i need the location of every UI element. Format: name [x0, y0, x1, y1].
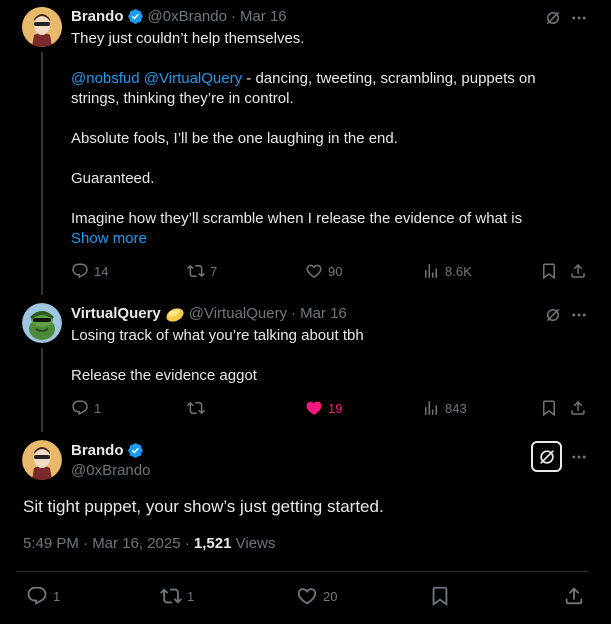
paragraph: Losing track of what you’re talking abou…: [71, 327, 364, 344]
paragraph: Release the evidence aggot: [71, 367, 257, 384]
reply-count: 1: [53, 588, 61, 604]
handle[interactable]: @0xBrando: [148, 8, 227, 25]
repost-button[interactable]: 1: [160, 585, 194, 607]
bookmark-button[interactable]: [429, 585, 456, 607]
reply-icon: [26, 585, 48, 607]
views-button[interactable]: 843: [422, 399, 467, 417]
divider: [16, 571, 589, 572]
repost-button[interactable]: 7: [187, 262, 217, 280]
avatar[interactable]: [22, 440, 62, 480]
avatar[interactable]: [22, 303, 62, 343]
paragraph: Imagine how they’ll scramble when I rele…: [71, 210, 523, 227]
tweet-date[interactable]: Mar 16: [300, 305, 347, 322]
like-button[interactable]: 90: [305, 262, 342, 280]
coin-emoji-icon: [166, 307, 184, 322]
grok-icon[interactable]: [543, 305, 563, 325]
repost-icon: [187, 262, 205, 280]
share-button[interactable]: [569, 262, 592, 280]
bookmark-icon: [540, 399, 558, 417]
tweet-meta: 5:49 PM · Mar 16, 2025 · 1,521 Views: [23, 535, 275, 552]
separator: ·: [230, 8, 236, 25]
tweet-header: Brando @0xBrando · Mar 16: [71, 8, 287, 25]
like-count: 20: [323, 588, 338, 604]
bookmark-button[interactable]: [540, 262, 563, 280]
share-icon: [569, 399, 587, 417]
reply-icon: [71, 399, 89, 417]
tweet-date[interactable]: Mar 16: [240, 8, 287, 25]
handle[interactable]: @0xBrando: [71, 462, 150, 479]
like-count: 90: [328, 263, 343, 279]
like-button[interactable]: 19: [305, 399, 342, 417]
paragraph: Absolute fools, I’ll be the one laughing…: [71, 130, 398, 147]
views-count: 8.6K: [445, 263, 472, 279]
repost-button[interactable]: [187, 399, 210, 417]
mention-link[interactable]: @nobsfud: [71, 70, 140, 87]
thread-line: [41, 52, 43, 295]
like-icon: [305, 262, 323, 280]
verified-badge-icon: [127, 442, 144, 459]
display-name[interactable]: VirtualQuery: [71, 305, 161, 322]
tweet-header: VirtualQuery @VirtualQuery · Mar 16: [71, 305, 347, 322]
share-button[interactable]: [569, 399, 592, 417]
like-count: 19: [328, 400, 343, 416]
avatar-image: [22, 7, 62, 47]
handle[interactable]: @VirtualQuery: [189, 305, 287, 322]
show-more-link[interactable]: Show more: [71, 229, 571, 249]
grok-icon[interactable]: [531, 441, 562, 472]
avatar-image: [22, 303, 62, 343]
avatar-image: [22, 440, 62, 480]
tweet-text: Losing track of what you’re talking abou…: [71, 326, 571, 386]
paragraph: Guaranteed.: [71, 170, 155, 187]
tweet-text: They just couldn’t help themselves. @nob…: [71, 29, 571, 249]
views-button[interactable]: 8.6K: [422, 262, 472, 280]
repost-count: 1: [187, 588, 195, 604]
more-icon[interactable]: [569, 305, 589, 325]
views-icon: [422, 399, 440, 417]
verified-badge-icon: [127, 8, 144, 25]
bookmark-button[interactable]: [540, 399, 563, 417]
views-icon: [422, 262, 440, 280]
thread-line: [41, 348, 43, 432]
avatar[interactable]: [22, 7, 62, 47]
reply-icon: [71, 262, 89, 280]
paragraph-mentions: @nobsfud @VirtualQuery - dancing, tweeti…: [71, 69, 571, 109]
main-tweet-text: Sit tight puppet, your show’s just getti…: [23, 497, 384, 516]
bookmark-icon: [540, 262, 558, 280]
share-button[interactable]: [563, 585, 590, 607]
display-name[interactable]: Brando: [71, 8, 124, 25]
repost-count: 7: [210, 263, 218, 279]
views-count: 843: [445, 400, 467, 416]
tweet-timestamp[interactable]: 5:49 PM · Mar 16, 2025 ·: [23, 535, 190, 552]
views-count: 1,521: [193, 535, 232, 552]
like-button[interactable]: 20: [296, 585, 337, 607]
tweet-actions: 14 7 90 8.6K: [71, 262, 591, 282]
mention-link[interactable]: @VirtualQuery: [144, 70, 242, 87]
like-icon: [296, 585, 318, 607]
paragraph-text: - dancing, tweeting, scrambling, puppets…: [71, 70, 536, 107]
main-tweet-actions: 1 1 20: [26, 585, 596, 607]
views-label: Views: [235, 535, 276, 552]
bookmark-icon: [429, 585, 451, 607]
reply-count: 1: [94, 400, 102, 416]
more-icon[interactable]: [569, 8, 589, 28]
more-icon[interactable]: [569, 447, 589, 467]
tweet-actions: 1 19 843: [71, 399, 591, 419]
reply-button[interactable]: 1: [71, 399, 101, 417]
tweet-header: Brando: [71, 442, 148, 459]
share-icon: [569, 262, 587, 280]
reply-count: 14: [94, 263, 109, 279]
separator: ·: [291, 305, 297, 322]
display-name[interactable]: Brando: [71, 442, 124, 459]
like-icon: [305, 399, 323, 417]
repost-icon: [160, 585, 182, 607]
reply-button[interactable]: 14: [71, 262, 108, 280]
grok-icon[interactable]: [543, 8, 563, 28]
reply-button[interactable]: 1: [26, 585, 60, 607]
share-icon: [563, 585, 585, 607]
repost-icon: [187, 399, 205, 417]
paragraph: They just couldn’t help themselves.: [71, 30, 305, 47]
